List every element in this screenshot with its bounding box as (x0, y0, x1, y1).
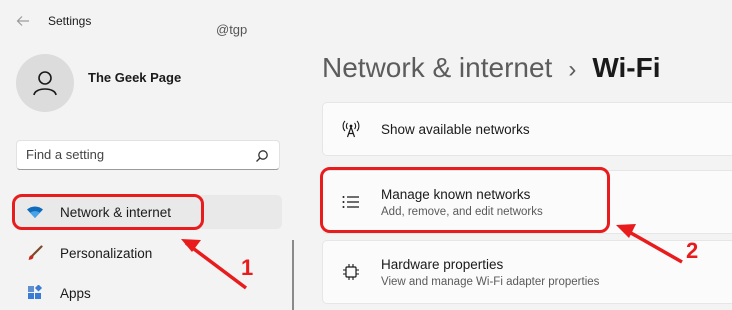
card-subtitle: View and manage Wi-Fi adapter properties (381, 275, 600, 288)
sidebar-item-label: Apps (60, 285, 91, 301)
breadcrumb-parent[interactable]: Network & internet (322, 52, 552, 84)
card-hardware-properties[interactable]: Hardware properties View and manage Wi-F… (322, 240, 732, 304)
avatar[interactable] (16, 54, 74, 112)
card-title: Show available networks (381, 121, 530, 137)
antenna-icon (341, 119, 361, 139)
brush-icon (26, 244, 44, 262)
search-input[interactable] (26, 147, 246, 162)
breadcrumb: Network & internet › Wi-Fi (322, 52, 661, 84)
card-title: Hardware properties (381, 256, 504, 272)
search-icon[interactable] (255, 149, 269, 163)
sidebar-item-label: Personalization (60, 245, 153, 261)
profile-name: The Geek Page (88, 70, 182, 85)
back-arrow-icon (16, 16, 29, 26)
annotation-highlight-network (12, 194, 204, 230)
user-icon (33, 71, 57, 96)
annotation-number-2: 2 (686, 238, 699, 263)
annotation-highlight-manage-networks (320, 167, 610, 233)
breadcrumb-separator: › (568, 56, 577, 83)
page-title: Wi-Fi (592, 52, 661, 83)
apps-icon (26, 284, 44, 302)
sidebar-item-apps[interactable]: Apps (16, 276, 282, 310)
back-button[interactable] (12, 10, 34, 32)
sidebar-scrollbar[interactable] (292, 240, 294, 310)
chip-icon (341, 262, 361, 282)
annotation-number-1: 1 (241, 255, 254, 280)
watermark: @tgp (216, 22, 248, 37)
search-box[interactable] (16, 140, 280, 170)
app-title: Settings (48, 14, 92, 28)
card-show-available-networks[interactable]: Show available networks (322, 102, 732, 156)
